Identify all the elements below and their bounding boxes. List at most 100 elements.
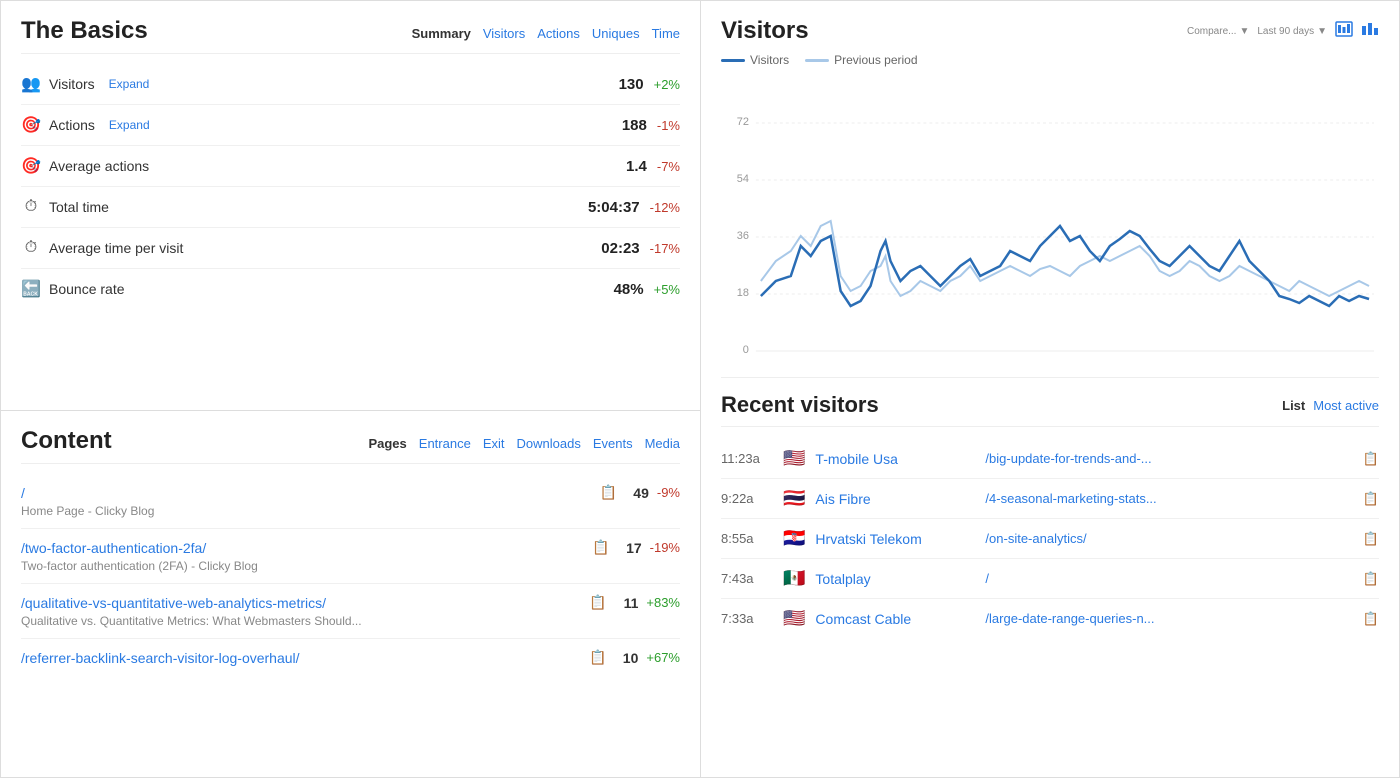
bounce-label: Bounce rate: [49, 281, 125, 297]
svg-text:72: 72: [737, 116, 749, 128]
avg-time-change: -17%: [650, 241, 680, 256]
page-icon-3: 📋: [589, 649, 606, 666]
visitor-name-1[interactable]: Ais Fibre: [815, 491, 975, 507]
basics-panel: The Basics Summary Visitors Actions Uniq…: [0, 0, 700, 411]
metric-value-actions: 188 -1%: [622, 117, 680, 134]
content-count-0: 49: [625, 485, 649, 501]
content-header: Content Pages Entrance Exit Downloads Ev…: [21, 427, 680, 464]
visitors-label: Visitors: [49, 76, 95, 92]
visitor-name-0[interactable]: T-mobile Usa: [815, 451, 975, 467]
chart-area: 0 18 36 54 72 Jul 17 Aug 11 Sep 5 Sep 30: [721, 81, 1379, 361]
legend-visitors: Visitors: [721, 53, 789, 67]
content-items: / 📋 49 -9% Home Page - Clicky Blog /two-…: [21, 474, 680, 676]
tab-downloads[interactable]: Downloads: [517, 436, 581, 451]
page-icon-0: 📋: [599, 484, 616, 501]
period-chevron: ▼: [1317, 26, 1327, 37]
content-change-1: -19%: [650, 540, 680, 555]
visitor-action-icon-4[interactable]: 📋: [1363, 611, 1379, 627]
visitors-expand[interactable]: Expand: [109, 77, 150, 91]
svg-text:0: 0: [743, 344, 749, 356]
metric-row-actions: 🎯 Actions Expand 188 -1%: [21, 105, 680, 146]
total-time-label: Total time: [49, 199, 109, 215]
visitors-header: Visitors Compare... ▼ Last 90 days ▼: [721, 17, 1379, 45]
actions-icon: 🎯: [21, 115, 41, 135]
visitor-action-icon-1[interactable]: 📋: [1363, 491, 1379, 507]
visitor-name-2[interactable]: Hrvatski Telekom: [815, 531, 975, 547]
avg-time-icon: ⏱: [21, 238, 41, 258]
visitor-action-icon-3[interactable]: 📋: [1363, 571, 1379, 587]
total-time-number: 5:04:37: [588, 199, 640, 216]
visitor-flag-4: 🇺🇸: [783, 608, 805, 629]
recent-visitors-header: Recent visitors List Most active: [721, 392, 1379, 427]
tab-time[interactable]: Time: [652, 26, 680, 41]
tab-pages[interactable]: Pages: [368, 436, 406, 451]
page-icon-2: 📋: [589, 594, 606, 611]
actions-number: 188: [622, 117, 647, 134]
period-dropdown[interactable]: Last 90 days ▼: [1257, 26, 1327, 37]
visitor-time-1: 9:22a: [721, 491, 773, 506]
content-link-2[interactable]: /qualitative-vs-quantitative-web-analyti…: [21, 595, 326, 611]
tab-actions[interactable]: Actions: [537, 26, 580, 41]
visitor-flag-3: 🇲🇽: [783, 568, 805, 589]
actions-expand[interactable]: Expand: [109, 118, 150, 132]
visitor-time-4: 7:33a: [721, 611, 773, 626]
bounce-icon: 🔙: [21, 279, 41, 299]
tab-uniques[interactable]: Uniques: [592, 26, 640, 41]
visitor-row-0: 11:23a 🇺🇸 T-mobile Usa /big-update-for-t…: [721, 439, 1379, 479]
visitor-action-icon-2[interactable]: 📋: [1363, 531, 1379, 547]
content-item-2: /qualitative-vs-quantitative-web-analyti…: [21, 584, 680, 639]
svg-text:Sep 5: Sep 5: [1125, 360, 1154, 361]
visitor-page-3[interactable]: /: [985, 571, 1352, 586]
avg-actions-icon: 🎯: [21, 156, 41, 176]
content-link-3[interactable]: /referrer-backlink-search-visitor-log-ov…: [21, 650, 300, 666]
compare-label: Compare...: [1187, 26, 1236, 37]
metric-row-total-time: ⏱ Total time 5:04:37 -12%: [21, 187, 680, 228]
visitor-page-4[interactable]: /large-date-range-queries-n...: [985, 611, 1352, 626]
visitor-row-3: 7:43a 🇲🇽 Totalplay / 📋: [721, 559, 1379, 599]
tab-list[interactable]: List: [1282, 398, 1305, 413]
total-time-change: -12%: [650, 200, 680, 215]
compare-chevron: ▼: [1239, 26, 1249, 37]
avg-actions-change: -7%: [657, 159, 680, 174]
actions-change: -1%: [657, 118, 680, 133]
metric-value-avg-time: 02:23 -17%: [601, 240, 680, 257]
tab-visitors-basics[interactable]: Visitors: [483, 26, 525, 41]
svg-text:36: 36: [737, 230, 749, 242]
visitor-page-0[interactable]: /big-update-for-trends-and-...: [985, 451, 1352, 466]
content-subtitle-1: Two-factor authentication (2FA) - Clicky…: [21, 559, 680, 573]
tab-entrance[interactable]: Entrance: [419, 436, 471, 451]
content-count-1: 17: [618, 540, 642, 556]
metric-label-avg-time: ⏱ Average time per visit: [21, 238, 183, 258]
tab-events[interactable]: Events: [593, 436, 633, 451]
bar-chart-icon[interactable]: [1361, 21, 1379, 42]
visitor-action-icon-0[interactable]: 📋: [1363, 451, 1379, 467]
metric-row-bounce: 🔙 Bounce rate 48% +5%: [21, 269, 680, 309]
period-label: Last 90 days: [1257, 26, 1314, 37]
metric-value-avg-actions: 1.4 -7%: [626, 158, 680, 175]
tab-summary[interactable]: Summary: [412, 26, 471, 41]
tab-exit[interactable]: Exit: [483, 436, 505, 451]
content-change-0: -9%: [657, 485, 680, 500]
visitors-number: 130: [619, 76, 644, 93]
content-item-1: /two-factor-authentication-2fa/ 📋 17 -19…: [21, 529, 680, 584]
tab-media[interactable]: Media: [645, 436, 680, 451]
bounce-change: +5%: [654, 282, 680, 297]
visitor-page-2[interactable]: /on-site-analytics/: [985, 531, 1352, 546]
content-change-2: +83%: [646, 595, 680, 610]
visitor-name-4[interactable]: Comcast Cable: [815, 611, 975, 627]
compare-dropdown[interactable]: Compare... ▼: [1187, 26, 1249, 37]
visitor-name-3[interactable]: Totalplay: [815, 571, 975, 587]
visitors-panel: Visitors Compare... ▼ Last 90 days ▼: [700, 0, 1400, 778]
chart-controls: Compare... ▼ Last 90 days ▼: [1187, 21, 1379, 42]
visitor-flag-2: 🇭🇷: [783, 528, 805, 549]
legend-previous-label: Previous period: [834, 53, 917, 67]
basics-title: The Basics: [21, 17, 148, 45]
total-time-icon: ⏱: [21, 197, 41, 217]
tab-most-active[interactable]: Most active: [1313, 398, 1379, 413]
content-link-1[interactable]: /two-factor-authentication-2fa/: [21, 540, 206, 556]
content-link-0[interactable]: /: [21, 485, 25, 501]
export-icon[interactable]: [1335, 21, 1353, 42]
content-subtitle-0: Home Page - Clicky Blog: [21, 504, 680, 518]
visitor-page-1[interactable]: /4-seasonal-marketing-stats...: [985, 491, 1352, 506]
content-count-3: 10: [614, 650, 638, 666]
